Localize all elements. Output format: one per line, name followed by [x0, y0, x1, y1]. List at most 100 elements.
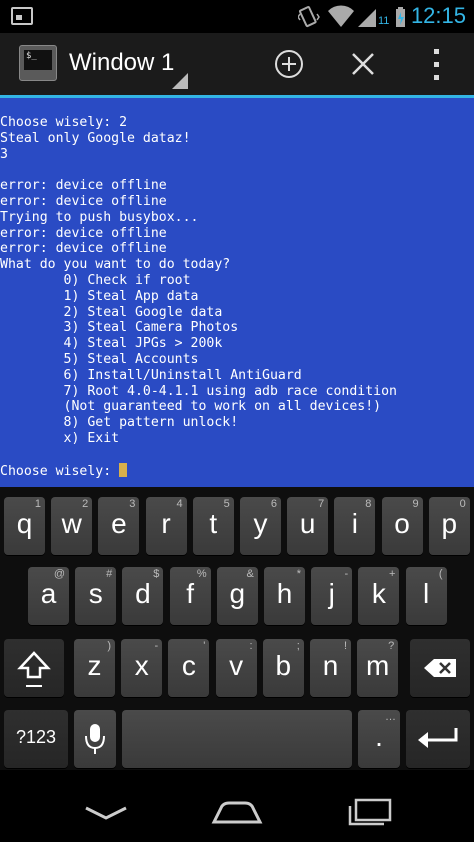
terminal-output[interactable]: Choose wisely: 2 Steal only Google dataz…	[0, 98, 474, 487]
key-label: h	[276, 578, 293, 609]
key-hint: 9	[412, 498, 419, 510]
key-label: z	[87, 650, 102, 681]
back-icon	[85, 806, 127, 820]
action-bar: $_ Window 1	[0, 33, 474, 95]
wifi-icon	[328, 5, 354, 28]
period-key[interactable]: . …	[358, 710, 400, 768]
delete-key[interactable]	[410, 639, 470, 697]
enter-icon	[418, 728, 458, 748]
home-icon	[211, 801, 263, 824]
notification-icon	[11, 7, 33, 25]
key-hint: @	[53, 568, 65, 580]
symbols-key[interactable]: ?123	[4, 710, 68, 768]
key-label: o	[394, 508, 410, 539]
terminal-line: Trying to push busybox...	[0, 209, 199, 225]
add-window-button[interactable]	[259, 33, 319, 95]
terminal-line: Choose wisely: 2	[0, 115, 128, 130]
close-icon	[352, 53, 374, 75]
key-i[interactable]: i8	[334, 497, 376, 555]
vibrate-icon	[298, 6, 320, 28]
key-n[interactable]: n!	[310, 639, 351, 697]
navigation-bar	[0, 770, 474, 842]
key-b[interactable]: b;	[262, 639, 304, 697]
signal-icon	[358, 9, 376, 27]
signal-badge: 11	[378, 15, 389, 27]
soft-keyboard: q1w2e3r4t5y6u7i8o9p0 a @ s # d $ f% g & h * j - k + l( …	[0, 487, 474, 770]
key-o[interactable]: o9	[381, 497, 423, 555]
key-label: l	[422, 578, 430, 609]
key-hint: $	[153, 568, 160, 580]
recents-icon	[348, 798, 392, 826]
enter-key[interactable]	[406, 710, 470, 768]
key-label: f	[186, 578, 194, 609]
key-label: b	[275, 650, 292, 681]
window-title[interactable]: Window 1	[69, 49, 174, 77]
key-g[interactable]: g &	[216, 567, 258, 625]
terminal-line: 6) Install/Uninstall AntiGuard	[0, 367, 302, 383]
key-d[interactable]: d $	[122, 567, 164, 625]
terminal-line: (Not guaranteed to work on all devices!)	[0, 399, 382, 415]
dropdown-indicator-icon	[172, 73, 188, 89]
key-hint: 0	[459, 498, 466, 510]
key-label: n	[322, 650, 339, 681]
shift-icon	[17, 651, 51, 687]
close-window-button[interactable]	[333, 33, 393, 95]
shift-key[interactable]	[4, 639, 64, 697]
key-j[interactable]: j-	[311, 567, 353, 625]
key-l[interactable]: l(	[405, 567, 447, 625]
key-label: k	[371, 578, 386, 609]
key-label: w	[61, 508, 82, 539]
status-bar: 11 12:15	[0, 0, 474, 33]
key-label: g	[229, 578, 246, 609]
period-key-hint: …	[385, 711, 396, 723]
home-button[interactable]	[197, 784, 277, 828]
key-m[interactable]: m?	[357, 639, 399, 697]
back-button[interactable]	[66, 784, 146, 828]
key-r[interactable]: r4	[145, 497, 187, 555]
recents-button[interactable]	[330, 784, 410, 828]
key-label: u	[299, 508, 316, 539]
key-f[interactable]: f%	[169, 567, 211, 625]
terminal-line: 5) Steal Accounts	[0, 351, 199, 367]
overflow-menu-icon	[434, 49, 439, 80]
key-p[interactable]: p0	[428, 497, 470, 555]
key-hint: :	[249, 640, 253, 652]
key-hint: (	[438, 568, 443, 580]
terminal-line: error: device offline	[0, 178, 167, 194]
key-label: s	[88, 578, 103, 609]
key-s[interactable]: s #	[75, 567, 117, 625]
key-y[interactable]: y6	[240, 497, 281, 555]
voice-input-key[interactable]	[74, 710, 116, 768]
key-hint: %	[196, 568, 207, 580]
key-e[interactable]: e3	[98, 497, 140, 555]
key-z[interactable]: z)	[74, 639, 115, 697]
key-label: e	[111, 508, 127, 539]
terminal-line: error: device offline	[0, 225, 167, 241]
terminal-app-icon[interactable]: $_	[19, 45, 57, 81]
key-hint: #	[106, 568, 113, 580]
key-label: j	[328, 578, 335, 609]
key-q[interactable]: q1	[4, 497, 45, 555]
text-cursor	[119, 462, 128, 477]
key-k[interactable]: k +	[358, 567, 400, 625]
key-hint: -	[154, 640, 159, 652]
key-t[interactable]: t5	[192, 497, 234, 555]
key-hint: '	[203, 640, 206, 652]
key-a[interactable]: a @	[28, 567, 69, 625]
key-v[interactable]: v:	[215, 639, 257, 697]
key-hint: 8	[365, 498, 372, 510]
key-hint: )	[107, 640, 111, 652]
key-w[interactable]: w2	[51, 497, 93, 555]
key-x[interactable]: x-	[121, 639, 163, 697]
key-u[interactable]: u7	[287, 497, 329, 555]
terminal-prompt-line[interactable]: Choose wisely:	[0, 462, 474, 479]
key-hint: ;	[296, 640, 300, 652]
terminal-line: error: device offline	[0, 193, 167, 209]
space-key[interactable]	[122, 710, 352, 768]
key-h[interactable]: h *	[264, 567, 305, 625]
key-c[interactable]: c '	[168, 639, 210, 697]
key-hint: 7	[318, 498, 325, 510]
overflow-menu-button[interactable]	[407, 33, 467, 95]
key-hint: 5	[223, 498, 230, 510]
